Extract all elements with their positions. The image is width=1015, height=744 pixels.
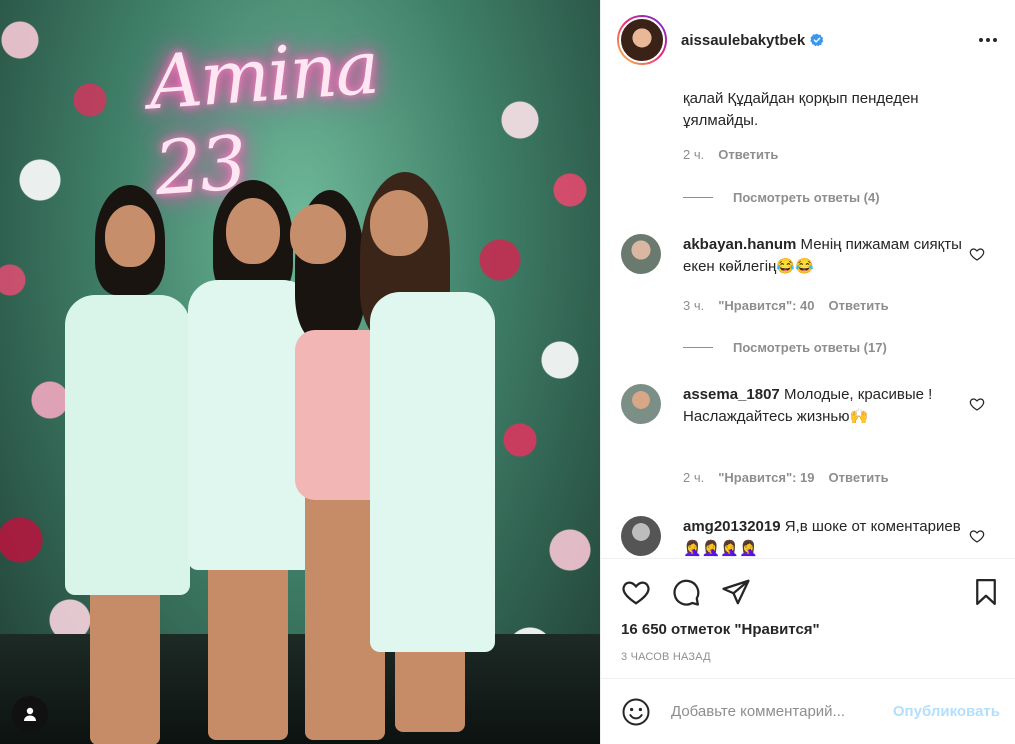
publish-button[interactable]: Опубликовать xyxy=(893,703,1000,720)
verified-badge-icon xyxy=(810,33,824,47)
person-4 xyxy=(350,172,500,732)
reply-button[interactable]: Ответить xyxy=(718,147,778,162)
comment-text-continued: қалай Құдайдан қорқып пендеден ұялмайды. xyxy=(683,90,919,129)
comment-item: akbayan.hanum Менің пижамам сияқты екен … xyxy=(621,234,1001,344)
comment-meta: 2 ч. Ответить xyxy=(683,147,778,162)
comment-like-icon[interactable] xyxy=(969,528,985,544)
add-comment-bar: Опубликовать xyxy=(601,678,1015,744)
comment-time: 2 ч. xyxy=(683,470,705,485)
author-avatar[interactable] xyxy=(617,15,667,65)
post-header: aissaulebakytbek xyxy=(601,0,1015,80)
post-actions: 16 650 отметок "Нравится" 3 ЧАСОВ НАЗАД xyxy=(601,558,1015,678)
comment-body: amg20132019 Я,в шоке от коментариев 🤦‍♀️… xyxy=(683,516,973,558)
comments-list[interactable]: қалай Құдайдан қорқып пендеден ұялмайды.… xyxy=(601,80,1015,558)
view-replies-button[interactable]: Посмотреть ответы (4) xyxy=(683,190,880,205)
comment-body: assema_1807 Молодые, красивые ! Наслажда… xyxy=(683,384,973,428)
instagram-post-modal: Amina 23 aissaulebakytbek қалай Құдайдан… xyxy=(0,0,1015,744)
comment-like-icon[interactable] xyxy=(969,396,985,412)
share-icon[interactable] xyxy=(721,577,751,607)
commenter-username[interactable]: akbayan.hanum xyxy=(683,236,796,253)
comment-time: 3 ч. xyxy=(683,298,705,313)
commenter-avatar[interactable] xyxy=(621,516,661,556)
comment-meta: 3 ч. "Нравится": 40 Ответить xyxy=(683,298,889,313)
view-replies-button[interactable]: Посмотреть ответы (17) xyxy=(683,340,887,355)
comment-item: amg20132019 Я,в шоке от коментариев 🤦‍♀️… xyxy=(621,516,1001,558)
view-replies-label: Посмотреть ответы (4) xyxy=(733,190,880,205)
bookmark-icon[interactable] xyxy=(971,577,1001,607)
emoji-icon[interactable] xyxy=(621,697,651,727)
view-replies-label: Посмотреть ответы (17) xyxy=(733,340,887,355)
comment-time: 2 ч. xyxy=(683,147,705,162)
commenter-username[interactable]: amg20132019 xyxy=(683,518,781,535)
neon-sign: Amina 23 xyxy=(145,24,381,213)
divider xyxy=(683,347,713,348)
person-1 xyxy=(55,185,195,744)
comment-likes-count[interactable]: "Нравится": 19 xyxy=(718,470,814,485)
divider xyxy=(683,197,713,198)
comment-likes-count[interactable]: "Нравится": 40 xyxy=(718,298,814,313)
more-options-icon[interactable] xyxy=(978,30,998,50)
author-username[interactable]: aissaulebakytbek xyxy=(681,32,805,49)
comment-body: akbayan.hanum Менің пижамам сияқты екен … xyxy=(683,234,973,278)
comment-icon[interactable] xyxy=(671,577,701,607)
posted-time[interactable]: 3 ЧАСОВ НАЗАД xyxy=(621,651,711,663)
commenter-avatar[interactable] xyxy=(621,384,661,424)
comment-input[interactable] xyxy=(671,703,881,720)
commenter-avatar[interactable] xyxy=(621,234,661,274)
post-photo[interactable]: Amina 23 xyxy=(0,0,600,744)
comment-like-icon[interactable] xyxy=(969,246,985,262)
commenter-username[interactable]: assema_1807 xyxy=(683,386,780,403)
reply-button[interactable]: Ответить xyxy=(829,298,889,313)
post-details-panel: aissaulebakytbek қалай Құдайдан қорқып п… xyxy=(600,0,1015,744)
user-tag-icon[interactable] xyxy=(12,696,48,732)
heart-icon[interactable] xyxy=(621,577,651,607)
likes-count[interactable]: 16 650 отметок "Нравится" xyxy=(621,621,820,638)
comment-meta: 2 ч. "Нравится": 19 Ответить xyxy=(683,470,889,485)
reply-button[interactable]: Ответить xyxy=(829,470,889,485)
